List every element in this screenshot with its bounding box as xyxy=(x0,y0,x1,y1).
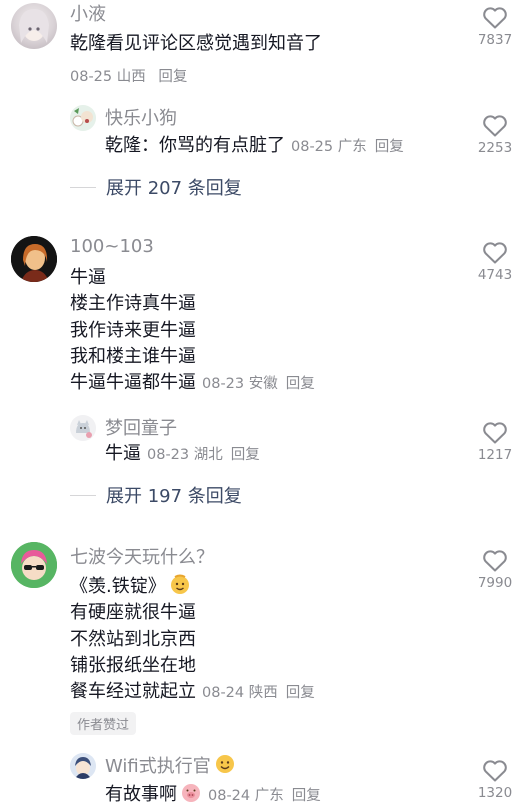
expand-replies-button[interactable]: 展开 207 条回复 xyxy=(70,174,242,200)
heart-outline-icon xyxy=(483,422,507,444)
like-count: 1320 xyxy=(477,785,513,801)
heart-outline-icon xyxy=(483,760,507,782)
reply-date: 08-24 xyxy=(208,788,251,804)
comment-username[interactable]: 100~103 xyxy=(70,236,154,257)
expand-replies-label: 展开 207 条回复 xyxy=(106,178,242,199)
reply-avatar[interactable] xyxy=(70,105,96,131)
like-count: 4743 xyxy=(477,267,513,283)
reply-button[interactable]: 回复 xyxy=(286,685,315,701)
avatar-dog-icon xyxy=(70,105,96,131)
heart-outline-icon xyxy=(483,115,507,137)
comment-location: 陕西 xyxy=(248,685,278,702)
comment-text: 牛逼 楼主作诗真牛逼 我作诗来更牛逼 我和楼主谁牛逼 牛逼牛逼都牛逼 08-23 … xyxy=(70,267,315,394)
heart-outline-icon xyxy=(483,550,507,572)
avatar-anime-boy-icon xyxy=(70,753,96,779)
reply-location: 湖北 xyxy=(193,447,223,463)
reply-button[interactable]: 回复 xyxy=(375,139,404,155)
reply-location: 广东 xyxy=(254,788,284,804)
reply-text: 乾隆：你骂的有点脏了 08-25 广东 回复 xyxy=(105,135,404,156)
reply-text: 有故事啊 08-24 广东 回复 xyxy=(105,781,321,809)
comment-text: 乾隆看见评论区感觉遇到知音了 xyxy=(70,33,322,54)
heart-outline-icon xyxy=(483,242,507,264)
avatar-cat-icon xyxy=(70,415,96,441)
comment-date: 08-25 xyxy=(70,69,113,85)
user-avatar[interactable] xyxy=(11,542,57,588)
avatar-anime-girl-icon xyxy=(19,9,49,43)
like-button[interactable]: 4743 xyxy=(475,241,515,283)
pig-face-emoji-icon xyxy=(182,784,200,802)
smiling-face-emoji-icon xyxy=(170,574,189,594)
divider xyxy=(70,494,96,496)
reply-username[interactable]: 快乐小狗 xyxy=(105,104,177,130)
like-button[interactable]: 7837 xyxy=(475,6,515,48)
like-count: 2253 xyxy=(477,140,513,156)
heart-outline-icon xyxy=(483,7,507,29)
like-count: 1217 xyxy=(477,447,513,463)
like-count: 7837 xyxy=(477,32,513,48)
reply-text: 牛逼 08-23 湖北 回复 xyxy=(105,443,260,464)
comment-meta: 08-25 山西 回复 xyxy=(70,65,187,86)
like-button[interactable]: 7990 xyxy=(475,549,515,591)
reply-date: 08-23 xyxy=(147,447,190,463)
like-button[interactable]: 2253 xyxy=(475,114,515,156)
like-button[interactable]: 1217 xyxy=(475,421,515,463)
reply-avatar[interactable] xyxy=(70,415,96,441)
comment-location: 山西 xyxy=(116,69,146,85)
smiling-face-emoji-icon xyxy=(215,755,234,773)
comment-date: 08-24 xyxy=(202,685,245,702)
reply-username[interactable]: Wifi式执行官 xyxy=(105,752,236,778)
reply-location: 广东 xyxy=(337,139,367,155)
reply-button[interactable]: 回复 xyxy=(286,376,315,392)
reply-avatar[interactable] xyxy=(70,753,96,779)
avatar-cartoon-sunglasses-icon xyxy=(11,542,57,588)
expand-replies-button[interactable]: 展开 197 条回复 xyxy=(70,482,242,508)
like-button[interactable]: 1320 xyxy=(475,759,515,801)
comment-date: 08-23 xyxy=(202,376,245,393)
comment-username[interactable]: 小液 xyxy=(70,0,106,26)
reply-button[interactable]: 回复 xyxy=(292,788,321,804)
user-avatar[interactable] xyxy=(11,236,57,282)
comment-username[interactable]: 七波今天玩什么？ xyxy=(70,543,214,569)
comment-text: 《羡.铁锭》 有硬座就很牛逼 不然站到北京西 铺张报纸坐在地 餐车经过就起立 08… xyxy=(70,573,315,706)
avatar-portrait-icon xyxy=(11,236,57,282)
author-liked-badge: 作者赞过 xyxy=(70,712,137,735)
user-avatar[interactable] xyxy=(11,3,57,49)
reply-date: 08-25 xyxy=(291,139,334,155)
expand-replies-label: 展开 197 条回复 xyxy=(106,486,242,507)
comment-location: 安徽 xyxy=(248,376,278,393)
reply-username[interactable]: 梦回童子 xyxy=(105,414,177,440)
divider xyxy=(70,186,96,188)
like-count: 7990 xyxy=(477,575,513,591)
reply-button[interactable]: 回复 xyxy=(231,447,260,463)
reply-button[interactable]: 回复 xyxy=(158,69,187,85)
